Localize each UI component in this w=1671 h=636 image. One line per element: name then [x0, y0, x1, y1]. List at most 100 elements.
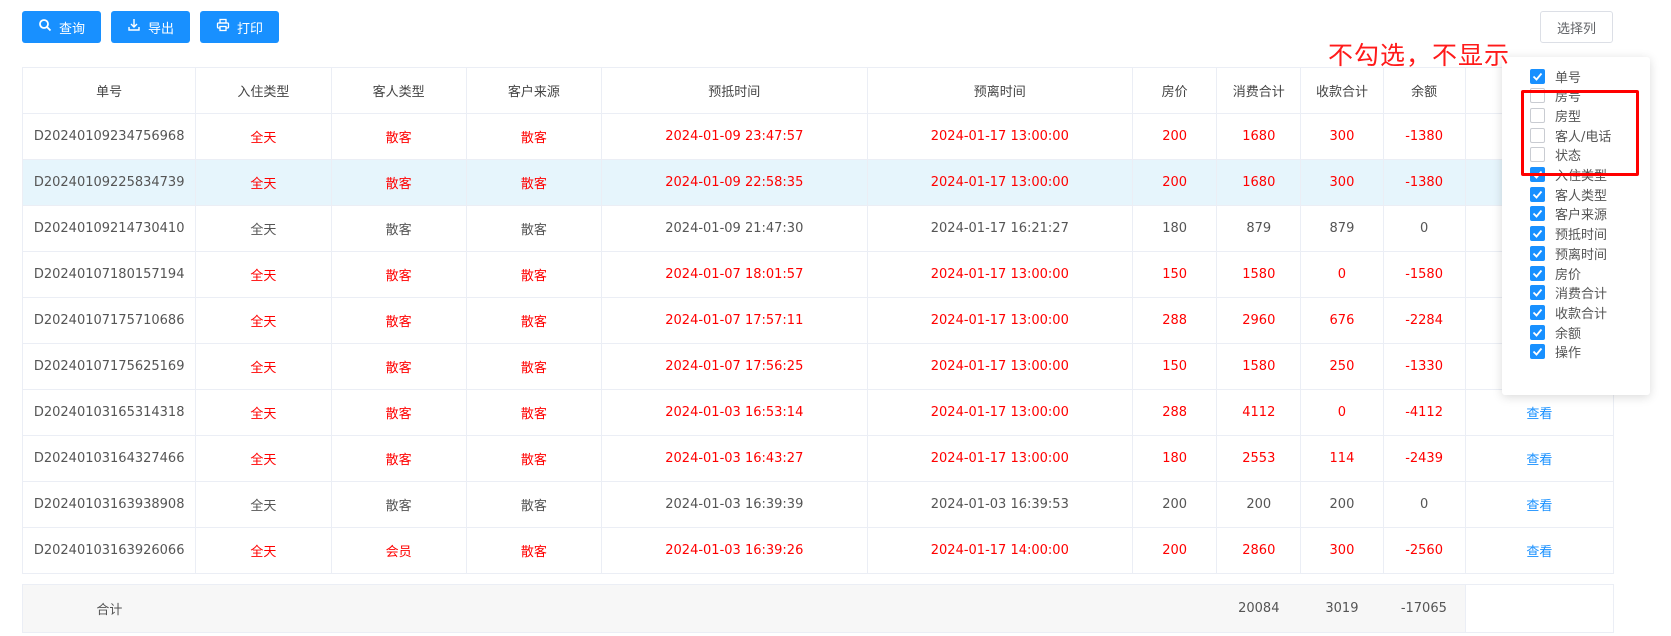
- paid-total: 879: [1300, 205, 1384, 252]
- column-option[interactable]: 余额: [1530, 323, 1581, 342]
- order-id: D20240107180157194: [21, 251, 197, 298]
- column-option[interactable]: 预离时间: [1530, 244, 1607, 263]
- customer-source: 散客: [465, 113, 603, 160]
- room-price: 180: [1132, 205, 1218, 252]
- departure-time: 2024-01-17 13:00:00: [866, 435, 1134, 482]
- room-price: 288: [1132, 297, 1218, 344]
- checkbox-unchecked-icon[interactable]: [1530, 88, 1545, 104]
- arrival-time: 2024-01-07 18:01:57: [601, 251, 868, 298]
- balance: -2560: [1382, 527, 1466, 574]
- checkbox-checked-icon[interactable]: [1530, 285, 1545, 301]
- balance: -1380: [1382, 159, 1466, 206]
- order-id: D20240109225834739: [21, 159, 197, 206]
- guest-type: 散客: [330, 113, 467, 160]
- paid-total: 114: [1300, 435, 1384, 482]
- view-link[interactable]: 查看: [1464, 389, 1615, 436]
- column-option[interactable]: 客人/电话: [1530, 126, 1611, 145]
- arrival-time: 2024-01-03 16:39:39: [601, 481, 868, 528]
- view-link[interactable]: 查看: [1464, 481, 1615, 528]
- balance: -2439: [1382, 435, 1466, 482]
- departure-time: 2024-01-17 14:00:00: [866, 527, 1134, 574]
- summary-empty: [1464, 584, 1615, 633]
- view-link[interactable]: 查看: [1464, 527, 1615, 574]
- table-row[interactable]: D20240109225834739 全天 散客 散客 2024-01-09 22:58…: [21, 159, 1615, 206]
- table-header-row: 单号入住类型客人类型客户来源预抵时间预离时间房价消费合计收款合计余额操作: [21, 67, 1615, 114]
- guest-type: 散客: [330, 435, 467, 482]
- checkbox-checked-icon[interactable]: [1530, 68, 1545, 84]
- guest-type: 散客: [330, 159, 467, 206]
- column-option[interactable]: 入住类型: [1530, 166, 1607, 184]
- column-header: 客户来源: [465, 67, 603, 114]
- customer-source: 散客: [465, 481, 603, 528]
- column-option-label: 单号: [1555, 70, 1582, 86]
- column-header: 预抵时间: [601, 67, 868, 114]
- export-button[interactable]: 导出: [111, 11, 191, 43]
- checkbox-checked-icon[interactable]: [1530, 265, 1545, 281]
- checkbox-unchecked-icon[interactable]: [1530, 147, 1545, 163]
- table-row[interactable]: D20240107175710686 全天 散客 散客 2024-01-07 17:57…: [21, 297, 1615, 344]
- balance: -4112: [1382, 389, 1466, 436]
- download-icon: [127, 18, 141, 36]
- checkbox-checked-icon[interactable]: [1530, 167, 1545, 182]
- column-header: 预离时间: [866, 67, 1134, 114]
- table-row[interactable]: D20240103164327466 全天 散客 散客 2024-01-03 16:43…: [21, 435, 1615, 482]
- checkbox-checked-icon[interactable]: [1530, 324, 1545, 340]
- checkbox-checked-icon[interactable]: [1530, 226, 1545, 242]
- column-option[interactable]: 房号: [1530, 87, 1581, 105]
- column-option[interactable]: 状态: [1530, 146, 1581, 164]
- view-link[interactable]: 查看: [1464, 435, 1615, 482]
- print-button[interactable]: 打印: [200, 11, 280, 43]
- balance: -1580: [1382, 251, 1466, 298]
- select-columns-button[interactable]: 选择列: [1540, 11, 1613, 43]
- column-header: 消费合计: [1216, 67, 1302, 114]
- annotation-text: 不勾选，不显示: [1328, 41, 1511, 70]
- departure-time: 2024-01-17 13:00:00: [866, 251, 1134, 298]
- search-icon: [38, 18, 52, 36]
- summary-consume-total: 20084: [1216, 584, 1301, 633]
- stay-type: 全天: [195, 527, 332, 574]
- summary-row: 合计 20084 3019 -17065: [21, 584, 1615, 633]
- column-option[interactable]: 操作: [1530, 343, 1581, 361]
- table-row[interactable]: D20240109214730410 全天 散客 散客 2024-01-09 21:47…: [21, 205, 1615, 252]
- query-button[interactable]: 查询: [22, 11, 102, 43]
- table-row[interactable]: D20240103165314318 全天 散客 散客 2024-01-03 16:53…: [21, 389, 1615, 436]
- column-option[interactable]: 房型: [1530, 106, 1581, 125]
- arrival-time: 2024-01-03 16:43:27: [601, 435, 868, 482]
- table-row[interactable]: D20240109234756968 全天 散客 散客 2024-01-09 23:47…: [21, 113, 1615, 160]
- stay-type: 全天: [195, 389, 332, 436]
- paid-total: 200: [1300, 481, 1384, 528]
- column-option[interactable]: 预抵时间: [1530, 225, 1607, 243]
- column-option[interactable]: 客户来源: [1530, 205, 1607, 223]
- table-row[interactable]: D20240107175625169 全天 散客 散客 2024-01-07 17:56…: [21, 343, 1615, 390]
- balance: -1330: [1382, 343, 1466, 390]
- summary-empty: [195, 584, 332, 633]
- checkbox-unchecked-icon[interactable]: [1530, 107, 1545, 123]
- printer-icon: [216, 18, 230, 36]
- stay-type: 全天: [195, 113, 332, 160]
- consume-total: 879: [1216, 205, 1302, 252]
- customer-source: 散客: [465, 389, 603, 436]
- guest-type: 散客: [330, 389, 467, 436]
- checkbox-checked-icon[interactable]: [1530, 206, 1545, 222]
- table-row[interactable]: D20240107180157194 全天 散客 散客 2024-01-07 18:01…: [21, 251, 1615, 298]
- column-option[interactable]: 房价: [1530, 264, 1581, 283]
- customer-source: 散客: [465, 435, 603, 482]
- paid-total: 300: [1300, 159, 1384, 206]
- room-price: 180: [1132, 435, 1218, 482]
- column-header: 房价: [1132, 67, 1218, 114]
- column-option[interactable]: 单号: [1530, 67, 1582, 86]
- checkbox-unchecked-icon[interactable]: [1530, 127, 1545, 143]
- column-option[interactable]: 收款合计: [1530, 303, 1607, 322]
- arrival-time: 2024-01-09 23:47:57: [601, 113, 868, 160]
- checkbox-checked-icon[interactable]: [1530, 304, 1545, 320]
- order-id: D20240103163926066: [21, 527, 197, 574]
- column-option[interactable]: 消费合计: [1530, 284, 1607, 302]
- room-price: 288: [1132, 389, 1218, 436]
- checkbox-checked-icon[interactable]: [1530, 186, 1545, 202]
- column-option[interactable]: 客人类型: [1530, 185, 1607, 204]
- checkbox-checked-icon[interactable]: [1530, 245, 1545, 261]
- checkbox-checked-icon[interactable]: [1530, 344, 1545, 360]
- table-row[interactable]: D20240103163926066 全天 会员 散客 2024-01-03 16:39…: [21, 527, 1615, 574]
- stay-type: 全天: [195, 435, 332, 482]
- table-row[interactable]: D20240103163938908 全天 散客 散客 2024-01-03 16:39…: [21, 481, 1615, 528]
